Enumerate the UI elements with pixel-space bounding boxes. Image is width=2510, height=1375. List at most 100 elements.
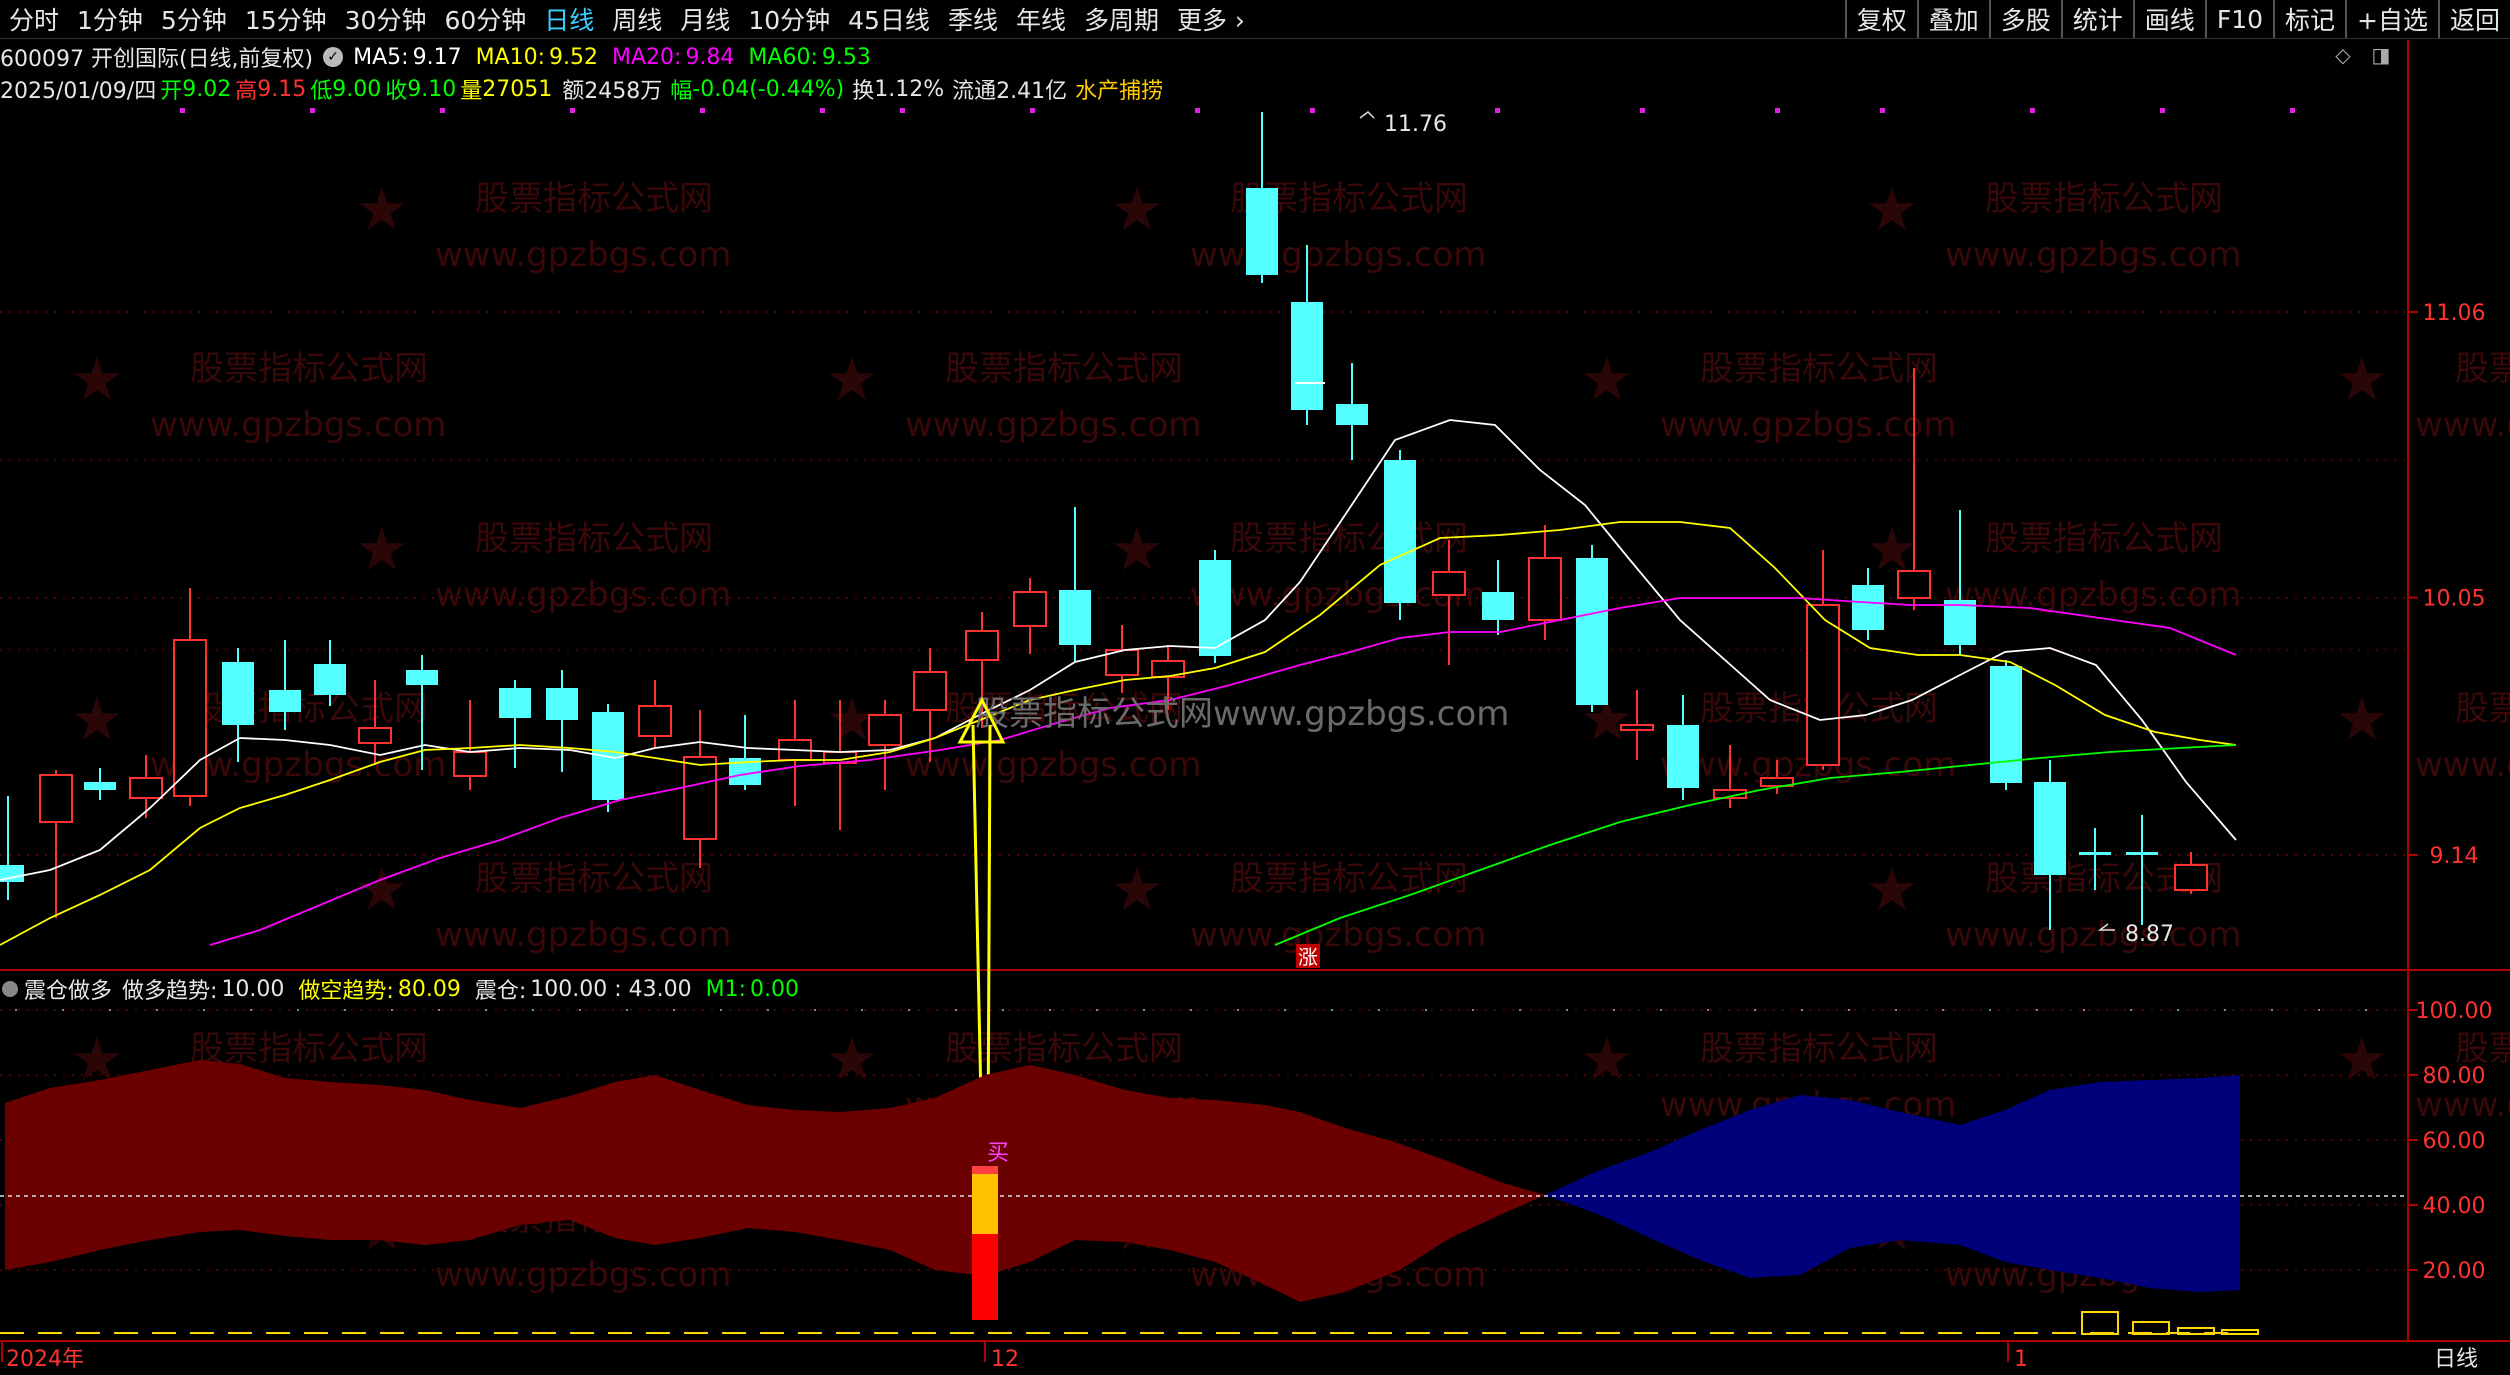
close-label: 收 <box>385 79 408 104</box>
period-tab-14[interactable]: 更多 › <box>1168 1 1254 37</box>
indicator-dot <box>861 1009 863 1011</box>
period-tab-8[interactable]: 月线 <box>671 1 739 37</box>
watermark-url: www.gpzbgs.com <box>1945 1255 2241 1295</box>
period-tab-11[interactable]: 季线 <box>939 1 1007 37</box>
shake-value: 100.00 : 43.00 <box>530 976 692 1002</box>
settings-circle-icon[interactable]: ✓ <box>323 47 344 67</box>
indicator-info-bar: 震仓做多 做多趋势: 10.00 做空趋势: 80.09 震仓: 100.00 … <box>0 972 799 1006</box>
volume-label: 量 <box>460 79 483 104</box>
signal-dot <box>1195 108 1200 113</box>
candle <box>638 680 672 748</box>
indicator-name[interactable]: 震仓做多 <box>24 973 112 1005</box>
indicator-dot <box>297 1009 299 1011</box>
period-tab-13[interactable]: 多周期 <box>1075 1 1168 37</box>
watermark-url: www.gpzbgs.com <box>150 1085 446 1125</box>
candle <box>222 648 254 762</box>
period-tab-5[interactable]: 60分钟 <box>435 1 535 37</box>
watermark-star: ★ <box>1110 515 1164 585</box>
candle <box>1806 550 1840 770</box>
toolbar-button-1[interactable]: 叠加 <box>1916 0 1989 38</box>
watermark-star: ★ <box>355 1195 409 1265</box>
indicator-dot <box>1284 1009 1286 1011</box>
watermark-star: ★ <box>1580 685 1634 755</box>
candle-body <box>1432 571 1466 596</box>
indicator-dot <box>2318 1009 2320 1011</box>
watermark-text: 股票指标公式网 <box>1700 349 1938 389</box>
stock-title[interactable]: 600097 开创国际(日线,前复权) <box>0 41 313 73</box>
indicator-dot <box>391 1009 393 1011</box>
signal-dot <box>820 108 825 113</box>
overlay-watermark: 股票指标公式网www.gpzbgs.com <box>975 694 1509 734</box>
toolbar-button-2[interactable]: 多股 <box>1988 0 2061 38</box>
period-tab-7[interactable]: 周线 <box>603 1 671 37</box>
indicator-dot <box>2130 1009 2132 1011</box>
indicator-settings-icon[interactable] <box>2 981 18 997</box>
period-tab-3[interactable]: 15分钟 <box>236 1 336 37</box>
toolbar-button-7[interactable]: +自选 <box>2345 0 2438 38</box>
diamond-icon[interactable]: ◇ <box>2332 44 2354 66</box>
panel-toggle-icon[interactable]: ◨ <box>2370 44 2392 66</box>
toolbar-button-6[interactable]: 标记 <box>2273 0 2345 38</box>
signal-dot <box>310 108 315 113</box>
period-tab-10[interactable]: 45日线 <box>839 1 939 37</box>
candle-body <box>1760 777 1794 787</box>
indicator-dot <box>1754 1009 1756 1011</box>
candle-body <box>1852 585 1884 630</box>
period-tab-9[interactable]: 10分钟 <box>739 1 839 37</box>
watermark-url: www.gpzbgs.com <box>905 405 1201 445</box>
indicator-dot <box>1660 1009 1662 1011</box>
candle <box>1199 550 1231 663</box>
shake-label: 震仓: <box>474 979 527 1004</box>
time-axis-label: 12 <box>991 1347 1019 1372</box>
watermark-text: 股票指标公式网 <box>1230 519 1468 559</box>
period-tab-6[interactable]: 日线 <box>535 1 603 37</box>
candle <box>269 640 301 730</box>
signal-dot <box>180 108 185 113</box>
indicator-axis-label: 40.00 <box>2423 1194 2486 1219</box>
watermark-star: ★ <box>825 345 879 415</box>
volume-box <box>2221 1329 2259 1335</box>
candle <box>173 588 207 806</box>
toolbar-button-0[interactable]: 复权 <box>1844 0 1917 38</box>
candle <box>1897 368 1931 610</box>
candle-body <box>546 688 578 720</box>
watermark-url: www.gpzbgs.com <box>150 745 446 785</box>
bear-trend-value: 80.09 <box>397 976 461 1002</box>
toolbar-button-5[interactable]: F10 <box>2204 0 2273 38</box>
candle <box>499 680 531 768</box>
watermark-star: ★ <box>1110 175 1164 245</box>
toolbar-button-3[interactable]: 统计 <box>2060 0 2133 38</box>
indicator-dot <box>1707 1009 1709 1011</box>
candle-body <box>2126 852 2158 855</box>
period-tab-1[interactable]: 1分钟 <box>68 1 152 37</box>
close-value: 9.10 <box>407 76 457 102</box>
candle <box>729 715 761 790</box>
zhang-mark: 涨 <box>1298 945 1318 969</box>
high-label: 高 <box>235 79 258 104</box>
chart-corner-icons: ◇ ◨ <box>2332 44 2392 66</box>
period-tab-0[interactable]: 分时 <box>0 1 68 37</box>
period-tab-4[interactable]: 30分钟 <box>336 1 436 37</box>
ma20-value: 9.84 <box>685 44 735 70</box>
toolbar-button-8[interactable]: 返回 <box>2437 0 2510 38</box>
period-tab-2[interactable]: 5分钟 <box>152 1 236 37</box>
sector-link[interactable]: 水产捕捞 <box>1075 73 1163 105</box>
stock-chart[interactable]: 股票指标公式网www.gpzbgs.com★ 股票指标公式网www.gpzbgs.… <box>0 0 2510 1375</box>
open-value: 9.02 <box>182 76 232 102</box>
candle <box>1990 660 2022 790</box>
candle-body <box>222 662 254 725</box>
buy-arrow-head <box>957 696 1006 744</box>
watermark-url: www.gpzbgs.com <box>2415 745 2510 785</box>
candle-body <box>1990 666 2022 783</box>
candle <box>1667 695 1699 800</box>
candle-body <box>129 777 163 799</box>
watermark-url: www.gpzbgs.com <box>1190 1255 1486 1295</box>
watermark-url: www.gpzbgs.com <box>905 745 1201 785</box>
toolbar-button-4[interactable]: 画线 <box>2132 0 2205 38</box>
candle-body <box>1944 600 1976 645</box>
candle-body <box>1806 604 1840 766</box>
indicator-dot <box>2083 1009 2085 1011</box>
float-value: 2.41亿 <box>996 79 1068 104</box>
period-tab-12[interactable]: 年线 <box>1007 1 1075 37</box>
candle-body <box>2034 782 2066 875</box>
